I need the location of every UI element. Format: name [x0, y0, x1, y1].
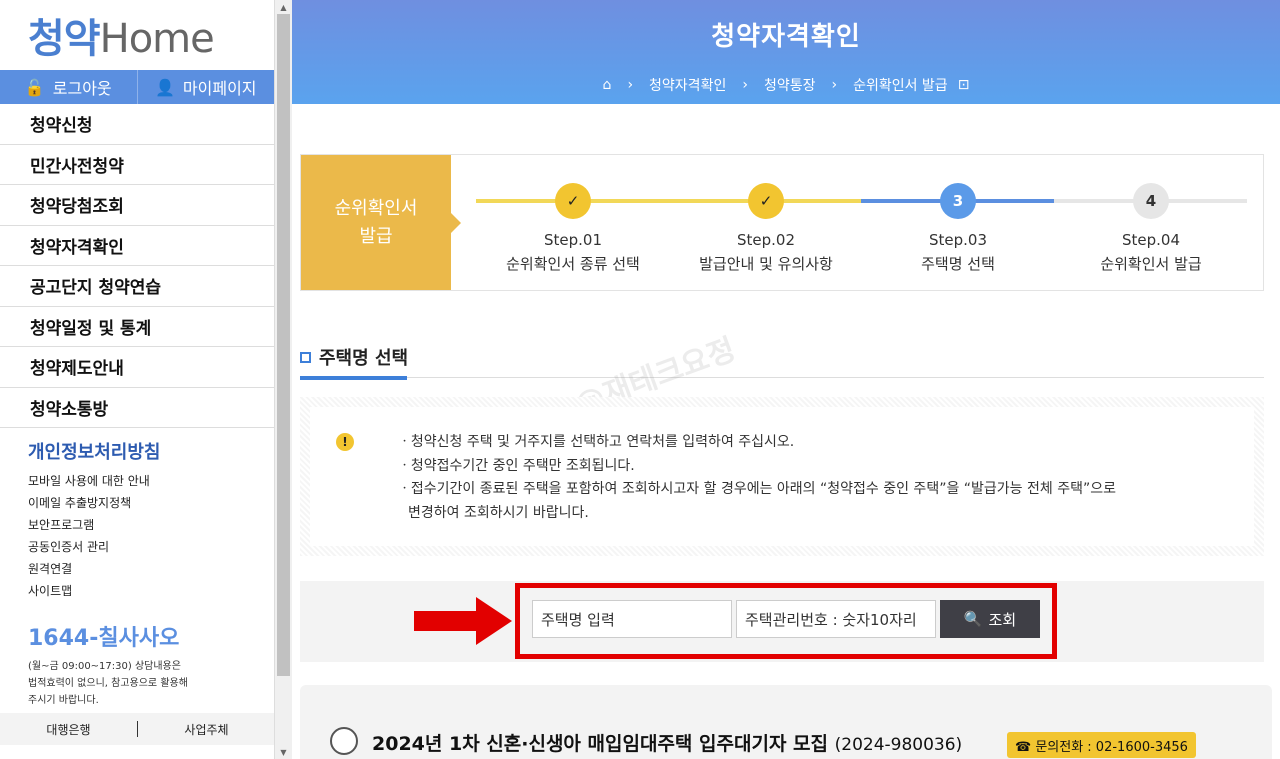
footer-link[interactable]: 원격연결 — [28, 558, 274, 580]
hotline-note-line: (월~금 09:00~17:30) 상담내용은 — [28, 658, 274, 675]
search-panel: 주택명 입력 주택관리번호 : 숫자10자리 🔍 조회 — [300, 581, 1264, 662]
notice-box: ! ㆍ청약신청 주택 및 거주지를 선택하고 연락처를 입력하여 주십시오. ㆍ… — [300, 397, 1264, 556]
step-3: 3 Step.03 주택명 선택 — [858, 183, 1058, 274]
page-title: 청약자격확인 — [292, 0, 1280, 53]
step-number: Step.04 — [1051, 231, 1251, 249]
step-name: 순위확인서 종류 선택 — [473, 253, 673, 274]
step-1: ✓ Step.01 순위확인서 종류 선택 — [473, 183, 673, 274]
search-icon: 🔍 — [964, 610, 983, 628]
tab-operator[interactable]: 사업주체 — [138, 721, 275, 738]
step-name: 주택명 선택 — [858, 253, 1058, 274]
step-label-line: 발급 — [335, 223, 418, 251]
result-title-text: 2024년 1차 신혼·신생아 매입임대주택 입주대기자 모집 — [372, 733, 828, 755]
step-4: 4 Step.04 순위확인서 발급 — [1051, 183, 1251, 274]
scroll-up-icon[interactable]: ▲ — [275, 0, 292, 14]
scroll-down-icon[interactable]: ▼ — [275, 745, 292, 759]
menu-item[interactable]: 청약소통방 — [0, 388, 274, 429]
red-arrow-icon — [414, 595, 514, 647]
page-header: 청약자격확인 ⌂ › 청약자격확인 › 청약통장 › 순위확인서 발급 ⊡ — [292, 0, 1280, 104]
phone-badge: ☎ 문의전화 : 02-1600-3456 — [1007, 732, 1196, 758]
sidebar-scrollbar[interactable]: ▲ ▼ — [275, 0, 292, 759]
step-progress: 순위확인서발급 ✓ Step.01 순위확인서 종류 선택 ✓ Step.02 … — [300, 154, 1264, 291]
chevron-right-icon: › — [742, 77, 748, 93]
step-number: Step.02 — [666, 231, 866, 249]
bottom-tabs: 대행은행 사업주체 — [0, 713, 275, 745]
auth-bar: 🔓 로그아웃 👤 마이페이지 — [0, 70, 274, 104]
home-icon[interactable]: ⌂ — [603, 77, 612, 93]
house-name-input[interactable]: 주택명 입력 — [532, 600, 732, 638]
step-number: Step.01 — [473, 231, 673, 249]
tab-bank[interactable]: 대행은행 — [0, 721, 137, 738]
notice-list: ㆍ청약신청 주택 및 거주지를 선택하고 연락처를 입력하여 주십시오. ㆍ청약… — [398, 431, 1116, 525]
house-code-input[interactable]: 주택관리번호 : 숫자10자리 — [736, 600, 936, 638]
logout-label: 로그아웃 — [53, 75, 112, 99]
lock-icon: 🔓 — [25, 78, 45, 97]
footer-link[interactable]: 모바일 사용에 대한 안내 — [28, 470, 274, 492]
logo-prefix: 청약 — [28, 16, 100, 62]
section-title: 주택명 선택 — [300, 344, 408, 370]
footer-links: 개인정보처리방침 모바일 사용에 대한 안내 이메일 추출방지정책 보안프로그램… — [0, 428, 274, 602]
footer-link[interactable]: 사이트맵 — [28, 580, 274, 602]
external-link-icon: ⊡ — [958, 77, 970, 93]
step-name: 발급안내 및 유의사항 — [666, 253, 866, 274]
mypage-label: 마이페이지 — [183, 75, 257, 99]
step-name: 순위확인서 발급 — [1051, 253, 1251, 274]
menu-item[interactable]: 청약일정 및 통계 — [0, 307, 274, 348]
section-title-text: 주택명 선택 — [319, 344, 408, 370]
step-section-label: 순위확인서발급 — [301, 155, 451, 290]
breadcrumb-item[interactable]: 청약통장 — [764, 75, 816, 95]
step-track: ✓ Step.01 순위확인서 종류 선택 ✓ Step.02 발급안내 및 유… — [451, 155, 1263, 290]
scroll-thumb[interactable] — [277, 14, 290, 676]
square-bullet-icon — [300, 352, 311, 363]
chevron-right-icon: › — [831, 77, 837, 93]
step-number: Step.03 — [858, 231, 1058, 249]
hotline-note-line: 주시기 바랍니다. — [28, 692, 274, 709]
privacy-policy-link[interactable]: 개인정보처리방침 — [28, 438, 274, 464]
title-underline — [300, 376, 407, 380]
main-content: 청약자격확인 ⌂ › 청약자격확인 › 청약통장 › 순위확인서 발급 ⊡ 순위… — [292, 0, 1280, 759]
step-4-marker: 4 — [1133, 183, 1169, 219]
footer-link[interactable]: 보안프로그램 — [28, 514, 274, 536]
hotline-number: 1644-칠사사오 — [28, 620, 274, 652]
mypage-button[interactable]: 👤 마이페이지 — [138, 70, 275, 104]
hotline-block: 1644-칠사사오 (월~금 09:00~17:30) 상담내용은 법적효력이 … — [0, 602, 274, 709]
breadcrumb: ⌂ › 청약자격확인 › 청약통장 › 순위확인서 발급 ⊡ — [292, 75, 1280, 95]
result-item[interactable]: 2024년 1차 신혼·신생아 매입임대주택 입주대기자 모집 (2024-98… — [300, 685, 1272, 759]
breadcrumb-item[interactable]: 순위확인서 발급 — [853, 75, 948, 95]
divider — [300, 377, 1264, 378]
footer-link[interactable]: 공동인증서 관리 — [28, 536, 274, 558]
menu-item[interactable]: 청약당첨조회 — [0, 185, 274, 226]
user-icon: 👤 — [155, 78, 175, 97]
search-button-label: 조회 — [989, 609, 1017, 630]
check-icon: ✓ — [555, 183, 591, 219]
hotline-note-line: 법적효력이 없으니, 참고용으로 활용해 — [28, 675, 274, 692]
step-label-line: 순위확인서 — [335, 195, 418, 223]
chevron-right-icon: › — [627, 77, 633, 93]
site-logo[interactable]: 청약Home — [0, 0, 274, 70]
notice-item: ㆍ청약신청 주택 및 거주지를 선택하고 연락처를 입력하여 주십시오. — [398, 431, 1116, 455]
logout-button[interactable]: 🔓 로그아웃 — [0, 70, 138, 104]
menu-item[interactable]: 청약신청 — [0, 104, 274, 145]
menu-item[interactable]: 공고단지 청약연습 — [0, 266, 274, 307]
footer-link[interactable]: 이메일 추출방지정책 — [28, 492, 274, 514]
radio-button[interactable] — [330, 727, 358, 755]
logo-suffix: Home — [100, 16, 214, 62]
step-3-marker: 3 — [940, 183, 976, 219]
result-title: 2024년 1차 신혼·신생아 매입임대주택 입주대기자 모집 (2024-98… — [372, 729, 962, 756]
notice-item: ㆍ청약접수기간 중인 주택만 조회됩니다. — [398, 455, 1116, 479]
check-icon: ✓ — [748, 183, 784, 219]
result-code: (2024-980036) — [835, 735, 963, 755]
notice-item: ㆍ접수기간이 종료된 주택을 포함하여 조회하시고자 할 경우에는 아래의 “청… — [398, 478, 1116, 502]
menu-item[interactable]: 민간사전청약 — [0, 145, 274, 186]
warning-icon: ! — [336, 433, 354, 451]
menu-item[interactable]: 청약제도안내 — [0, 347, 274, 388]
search-button[interactable]: 🔍 조회 — [940, 600, 1040, 638]
notice-item-continued: 변경하여 조회하시기 바랍니다. — [398, 502, 1116, 526]
sidebar: 청약Home 🔓 로그아웃 👤 마이페이지 청약신청 민간사전청약 청약당첨조회… — [0, 0, 275, 759]
step-2: ✓ Step.02 발급안내 및 유의사항 — [666, 183, 866, 274]
menu-item[interactable]: 청약자격확인 — [0, 226, 274, 267]
hotline-note: (월~금 09:00~17:30) 상담내용은 법적효력이 없으니, 참고용으로… — [28, 658, 274, 709]
breadcrumb-item[interactable]: 청약자격확인 — [649, 75, 726, 95]
